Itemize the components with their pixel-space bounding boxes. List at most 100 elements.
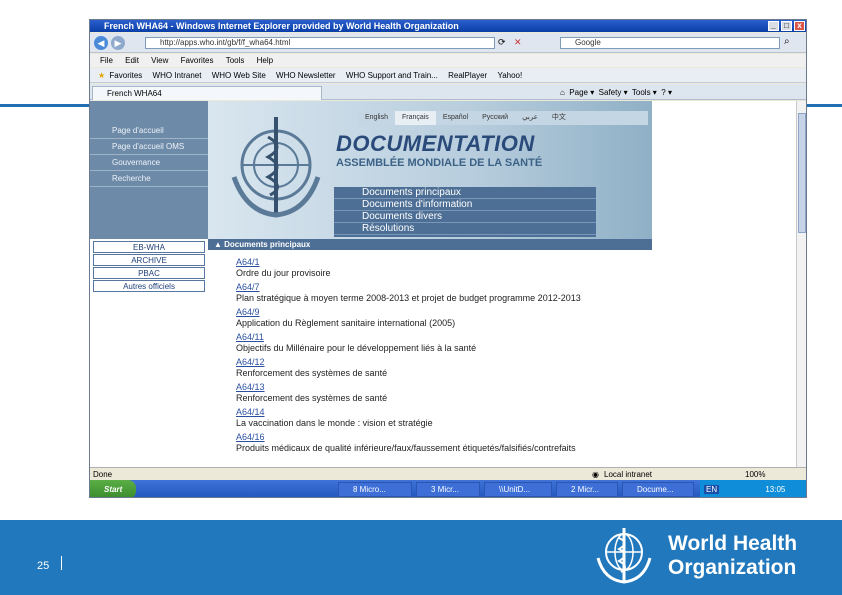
favorite-link[interactable]: Yahoo! — [497, 71, 522, 80]
back-icon[interactable]: ◀ — [94, 36, 108, 50]
tab-french-wha64[interactable]: French WHA64 — [92, 86, 322, 100]
slide-page-number: 25 — [37, 560, 50, 572]
command-safety[interactable]: Safety ▾ — [599, 88, 628, 97]
vertical-scrollbar[interactable] — [796, 101, 806, 467]
side-link-eb-wha[interactable]: EB-WHA — [93, 241, 205, 253]
side-links: EB-WHA ARCHIVE PBAC Autres officiels — [90, 239, 208, 294]
favorite-link[interactable]: WHO Web Site — [212, 71, 266, 80]
taskbar-item[interactable]: 3 Micr... — [416, 482, 480, 497]
nav-item-search[interactable]: Recherche — [90, 171, 208, 187]
category-main-docs[interactable]: Documents principaux — [334, 187, 596, 199]
menu-view[interactable]: View — [151, 56, 168, 65]
close-button[interactable]: x — [794, 21, 805, 31]
star-icon[interactable]: ★ — [98, 71, 105, 80]
scrollbar-thumb[interactable] — [798, 113, 806, 233]
document-description: Ordre du jour provisoire — [236, 268, 331, 278]
org-name-line1: World Health — [668, 532, 798, 555]
document-link[interactable]: A64/12 — [236, 357, 656, 368]
document-link[interactable]: A64/9 — [236, 307, 656, 318]
org-name-line2: Organization — [668, 556, 797, 579]
taskbar-item[interactable]: 8 Micro... — [338, 482, 412, 497]
document-link[interactable]: A64/13 — [236, 382, 656, 393]
forward-icon[interactable]: ▶ — [111, 36, 125, 50]
home-icon[interactable]: ⌂ — [560, 88, 565, 97]
taskbar-item[interactable]: \\UnitD... — [484, 482, 552, 497]
command-page[interactable]: Page ▾ — [569, 88, 594, 97]
language-bar: English Français Español Русский عربي 中文 — [358, 111, 648, 125]
who-emblem-icon — [231, 117, 321, 218]
favorites-button[interactable]: Favorites — [109, 71, 142, 80]
who-logo-icon — [596, 528, 652, 584]
category-resolutions[interactable]: Résolutions — [334, 223, 596, 235]
category-menu: Documents principaux Documents d'informa… — [334, 187, 596, 237]
left-navigation: Page d'accueil Page d'accueil OMS Gouver… — [90, 101, 208, 239]
document-description: Objectifs du Millénaire pour le développ… — [236, 343, 477, 353]
category-misc-docs[interactable]: Documents divers — [334, 211, 596, 223]
window-titlebar: French WHA64 - Windows Internet Explorer… — [90, 20, 806, 32]
menu-help[interactable]: Help — [257, 56, 273, 65]
side-link-archive[interactable]: ARCHIVE — [93, 254, 205, 266]
taskbar-item[interactable]: 2 Micr... — [556, 482, 618, 497]
search-icon[interactable]: ⌕ — [784, 36, 790, 47]
document-description: Produits médicaux de qualité inférieure/… — [236, 443, 576, 453]
document-description: Plan stratégique à moyen terme 2008-2013… — [236, 293, 581, 303]
list-item: A64/7 Plan stratégique à moyen terme 2008… — [236, 282, 656, 307]
favorite-link[interactable]: WHO Newsletter — [276, 71, 336, 80]
status-bar: Done ◉ Local intranet 100% — [90, 467, 806, 480]
favorite-link[interactable]: WHO Support and Train... — [346, 71, 438, 80]
document-link[interactable]: A64/7 — [236, 282, 656, 293]
lang-english[interactable]: English — [358, 111, 395, 125]
list-item: A64/1 Ordre du jour provisoire — [236, 257, 656, 282]
lang-french[interactable]: Français — [394, 111, 436, 125]
language-indicator[interactable]: EN — [704, 485, 720, 494]
menu-tools[interactable]: Tools — [226, 56, 245, 65]
document-link[interactable]: A64/16 — [236, 432, 656, 443]
system-tray: EN 13:05 — [700, 480, 806, 497]
lang-spanish[interactable]: Español — [436, 111, 475, 125]
lang-arabic[interactable]: عربي — [515, 111, 545, 125]
nav-item-home[interactable]: Page d'accueil — [90, 123, 208, 139]
maximize-button[interactable]: □ — [781, 21, 792, 31]
favorite-link[interactable]: RealPlayer — [448, 71, 487, 80]
favorite-link[interactable]: WHO Intranet — [153, 71, 202, 80]
document-link[interactable]: A64/14 — [236, 407, 656, 418]
lang-russian[interactable]: Русский — [475, 111, 515, 125]
page-content: Page d'accueil Page d'accueil OMS Gouver… — [90, 101, 796, 467]
start-button[interactable]: Start — [90, 480, 136, 497]
document-link[interactable]: A64/11 — [236, 332, 656, 343]
page-banner: English Français Español Русский عربي 中文 DOCU… — [208, 101, 652, 239]
window-title: French WHA64 - Windows Internet Explorer… — [104, 21, 459, 31]
favorites-bar: ★ Favorites WHO Intranet WHO Web Site WH… — [90, 68, 806, 83]
menu-favorites[interactable]: Favorites — [181, 56, 214, 65]
command-help[interactable]: ? ▾ — [661, 88, 672, 97]
document-description: Application du Règlement sanitaire inter… — [236, 318, 456, 328]
side-link-other[interactable]: Autres officiels — [93, 280, 205, 292]
page-subtitle: ASSEMBLÉE MONDIALE DE LA SANTÉ — [336, 157, 543, 169]
search-input[interactable]: Google — [560, 37, 780, 49]
category-info-docs[interactable]: Documents d'information — [334, 199, 596, 211]
address-input[interactable]: http://apps.who.int/gb/f/f_wha64.html — [145, 37, 495, 49]
document-description: La vaccination dans le monde : vision et… — [236, 418, 433, 428]
document-description: Renforcement des systèmes de santé — [236, 393, 388, 403]
stop-icon[interactable]: ✕ — [514, 37, 522, 48]
minimize-button[interactable]: _ — [768, 21, 779, 31]
nav-item-governance[interactable]: Gouvernance — [90, 155, 208, 171]
side-link-pbac[interactable]: PBAC — [93, 267, 205, 279]
refresh-icon[interactable]: ⟳ — [498, 37, 506, 48]
tab-bar: French WHA64 ⌂ Page ▾ Safety ▾ Tools ▾ ?… — [90, 84, 806, 100]
taskbar-item[interactable]: Docume... — [622, 482, 694, 497]
list-item: A64/9 Application du Règlement sanitaire … — [236, 307, 656, 332]
list-item: A64/13 Renforcement des systèmes de santé — [236, 382, 656, 407]
command-tools[interactable]: Tools ▾ — [632, 88, 657, 97]
lang-chinese[interactable]: 中文 — [545, 111, 573, 125]
windows-taskbar: Start 8 Micro... 3 Micr... \\UnitD... 2 … — [90, 480, 806, 497]
document-list: A64/1 Ordre du jour provisoire A64/7 Plan … — [236, 257, 656, 457]
document-link[interactable]: A64/1 — [236, 257, 656, 268]
nav-item-who-home[interactable]: Page d'accueil OMS — [90, 139, 208, 155]
menu-file[interactable]: File — [100, 56, 113, 65]
section-heading: ▲ Documents principaux — [208, 239, 652, 250]
list-item: A64/16 Produits médicaux de qualité infér… — [236, 432, 656, 457]
list-item: A64/12 Renforcement des systèmes de santé — [236, 357, 656, 382]
menu-edit[interactable]: Edit — [125, 56, 139, 65]
list-item: A64/11 Objectifs du Millénaire pour le dé… — [236, 332, 656, 357]
